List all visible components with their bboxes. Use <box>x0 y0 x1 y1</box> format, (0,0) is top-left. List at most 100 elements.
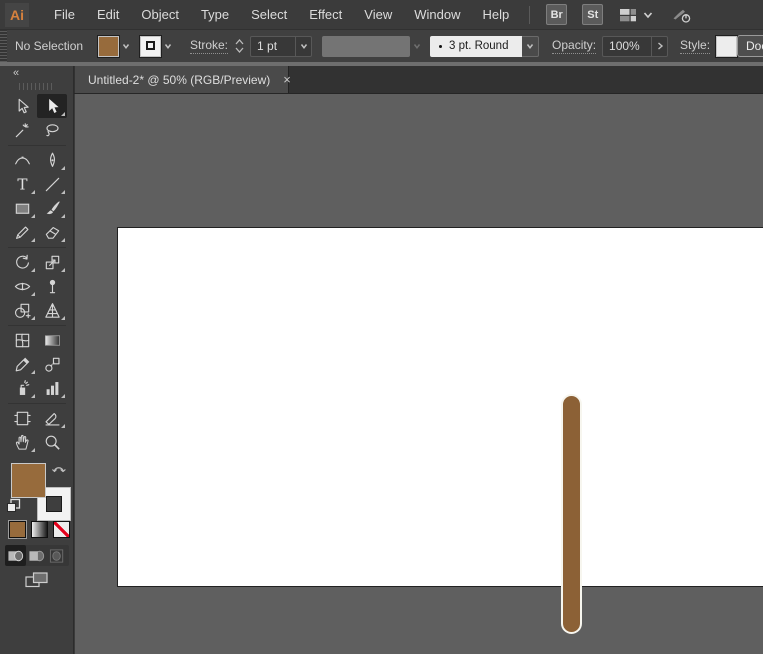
opacity-combo[interactable]: 100% <box>602 36 668 57</box>
drawn-brush-stroke[interactable] <box>561 394 582 634</box>
paintbrush-tool[interactable] <box>37 196 67 220</box>
panel-collapse-icon[interactable]: « <box>13 67 19 79</box>
menu-object[interactable]: Object <box>130 0 190 30</box>
draw-inside-mode[interactable] <box>47 545 68 566</box>
menu-edit[interactable]: Edit <box>86 0 130 30</box>
stroke-weight-value: 1 pt <box>251 39 295 53</box>
menu-window[interactable]: Window <box>403 0 471 30</box>
rotate-tool[interactable] <box>7 250 37 274</box>
tool-row <box>7 376 67 400</box>
menu-help[interactable]: Help <box>471 0 520 30</box>
shape-builder-tool[interactable] <box>7 298 37 322</box>
draw-normal-mode[interactable] <box>5 545 26 566</box>
puppet-warp-tool[interactable] <box>37 274 67 298</box>
stroke-color-swatch[interactable] <box>140 36 161 57</box>
puppet-warp-tool-icon <box>43 277 62 296</box>
selection-tool[interactable] <box>7 94 37 118</box>
artboard[interactable] <box>117 227 763 587</box>
opacity-arrow-icon[interactable] <box>651 37 667 56</box>
document-tab[interactable]: Untitled-2* @ 50% (RGB/Preview) × <box>75 66 289 93</box>
brush-definition-combo[interactable]: 3 pt. Round <box>430 36 522 57</box>
pen-tool[interactable] <box>37 148 67 172</box>
scale-tool-icon <box>43 253 62 272</box>
hand-tool[interactable] <box>7 430 37 454</box>
fill-color-swatch[interactable] <box>98 36 119 57</box>
color-button[interactable] <box>9 521 26 538</box>
stroke-chevron-icon[interactable] <box>161 36 175 57</box>
style-panel-link[interactable]: Style: <box>680 38 710 54</box>
magic-wand-tool-icon <box>13 121 32 140</box>
magic-wand-tool[interactable] <box>7 118 37 142</box>
rectangle-tool-icon <box>13 199 32 218</box>
default-fill-stroke-icon[interactable] <box>6 498 21 518</box>
brush-chevron-icon[interactable] <box>522 36 539 57</box>
zoom-tool[interactable] <box>37 430 67 454</box>
tool-row <box>7 430 67 454</box>
width-tool[interactable] <box>7 274 37 298</box>
canvas[interactable] <box>75 94 763 654</box>
sync-status-icon[interactable] <box>671 5 693 25</box>
fill-chevron-icon[interactable] <box>119 36 133 57</box>
workspace-switcher-icon[interactable] <box>618 5 638 25</box>
stock-button[interactable]: St <box>582 4 603 25</box>
shaper-tool[interactable] <box>7 220 37 244</box>
stroke-panel-link[interactable]: Stroke: <box>190 38 228 54</box>
artboard-tool-icon <box>13 409 32 428</box>
draw-normal-mode-icon <box>7 548 24 564</box>
lasso-tool[interactable] <box>37 118 67 142</box>
fill-indicator-swatch[interactable] <box>11 463 46 498</box>
gradient-button[interactable] <box>31 521 48 538</box>
brush-value: 3 pt. Round <box>449 40 508 52</box>
menu-file[interactable]: File <box>43 0 86 30</box>
tab-close-icon[interactable]: × <box>283 73 291 86</box>
document-setup-button[interactable]: Doc <box>737 35 763 57</box>
menu-select[interactable]: Select <box>240 0 298 30</box>
shape-builder-tool-icon <box>13 301 32 320</box>
blend-tool[interactable] <box>37 352 67 376</box>
line-segment-tool[interactable] <box>37 172 67 196</box>
stroke-hollow-icon <box>146 41 155 50</box>
column-graph-tool[interactable] <box>37 376 67 400</box>
tool-row <box>7 352 67 376</box>
curvature-tool[interactable] <box>7 148 37 172</box>
menu-view[interactable]: View <box>353 0 403 30</box>
mesh-tool-icon <box>13 331 32 350</box>
draw-behind-mode[interactable] <box>26 545 47 566</box>
screen-mode-icon[interactable] <box>24 570 50 595</box>
lasso-tool-icon <box>43 121 62 140</box>
tool-grid: T <box>7 94 67 454</box>
stroke-weight-chevron-icon[interactable] <box>295 37 311 56</box>
panel-grip-icon[interactable] <box>0 30 7 62</box>
shaper-tool-icon <box>13 223 32 242</box>
stroke-weight-combo[interactable]: 1 pt <box>250 36 312 57</box>
none-button[interactable] <box>53 521 70 538</box>
paintbrush-tool-icon <box>43 199 62 218</box>
slice-tool[interactable] <box>37 406 67 430</box>
style-swatch[interactable] <box>716 36 737 57</box>
tool-row <box>7 94 67 118</box>
stroke-weight-stepper[interactable] <box>235 35 248 57</box>
svg-text:T: T <box>17 175 27 193</box>
blend-tool-icon <box>43 355 62 374</box>
rectangle-tool[interactable] <box>7 196 37 220</box>
opacity-panel-link[interactable]: Opacity: <box>552 38 596 54</box>
menu-type[interactable]: Type <box>190 0 240 30</box>
eyedropper-tool[interactable] <box>7 352 37 376</box>
tool-row <box>7 196 67 220</box>
direct-selection-tool[interactable] <box>37 94 67 118</box>
symbol-sprayer-tool[interactable] <box>7 376 37 400</box>
swap-fill-stroke-icon[interactable] <box>51 462 68 481</box>
artboard-tool[interactable] <box>7 406 37 430</box>
perspective-grid-tool[interactable] <box>37 298 67 322</box>
gradient-tool[interactable] <box>37 328 67 352</box>
control-bar: No Selection Stroke: 1 pt 3 pt. Round Op… <box>0 30 763 62</box>
mesh-tool[interactable] <box>7 328 37 352</box>
menu-effect[interactable]: Effect <box>298 0 353 30</box>
bridge-button[interactable]: Br <box>546 4 567 25</box>
type-tool[interactable]: T <box>7 172 37 196</box>
scale-tool[interactable] <box>37 250 67 274</box>
selection-tool-icon <box>13 97 32 116</box>
tools-grip-icon[interactable] <box>19 83 55 90</box>
eraser-tool[interactable] <box>37 220 67 244</box>
chevron-down-icon[interactable] <box>641 8 655 22</box>
